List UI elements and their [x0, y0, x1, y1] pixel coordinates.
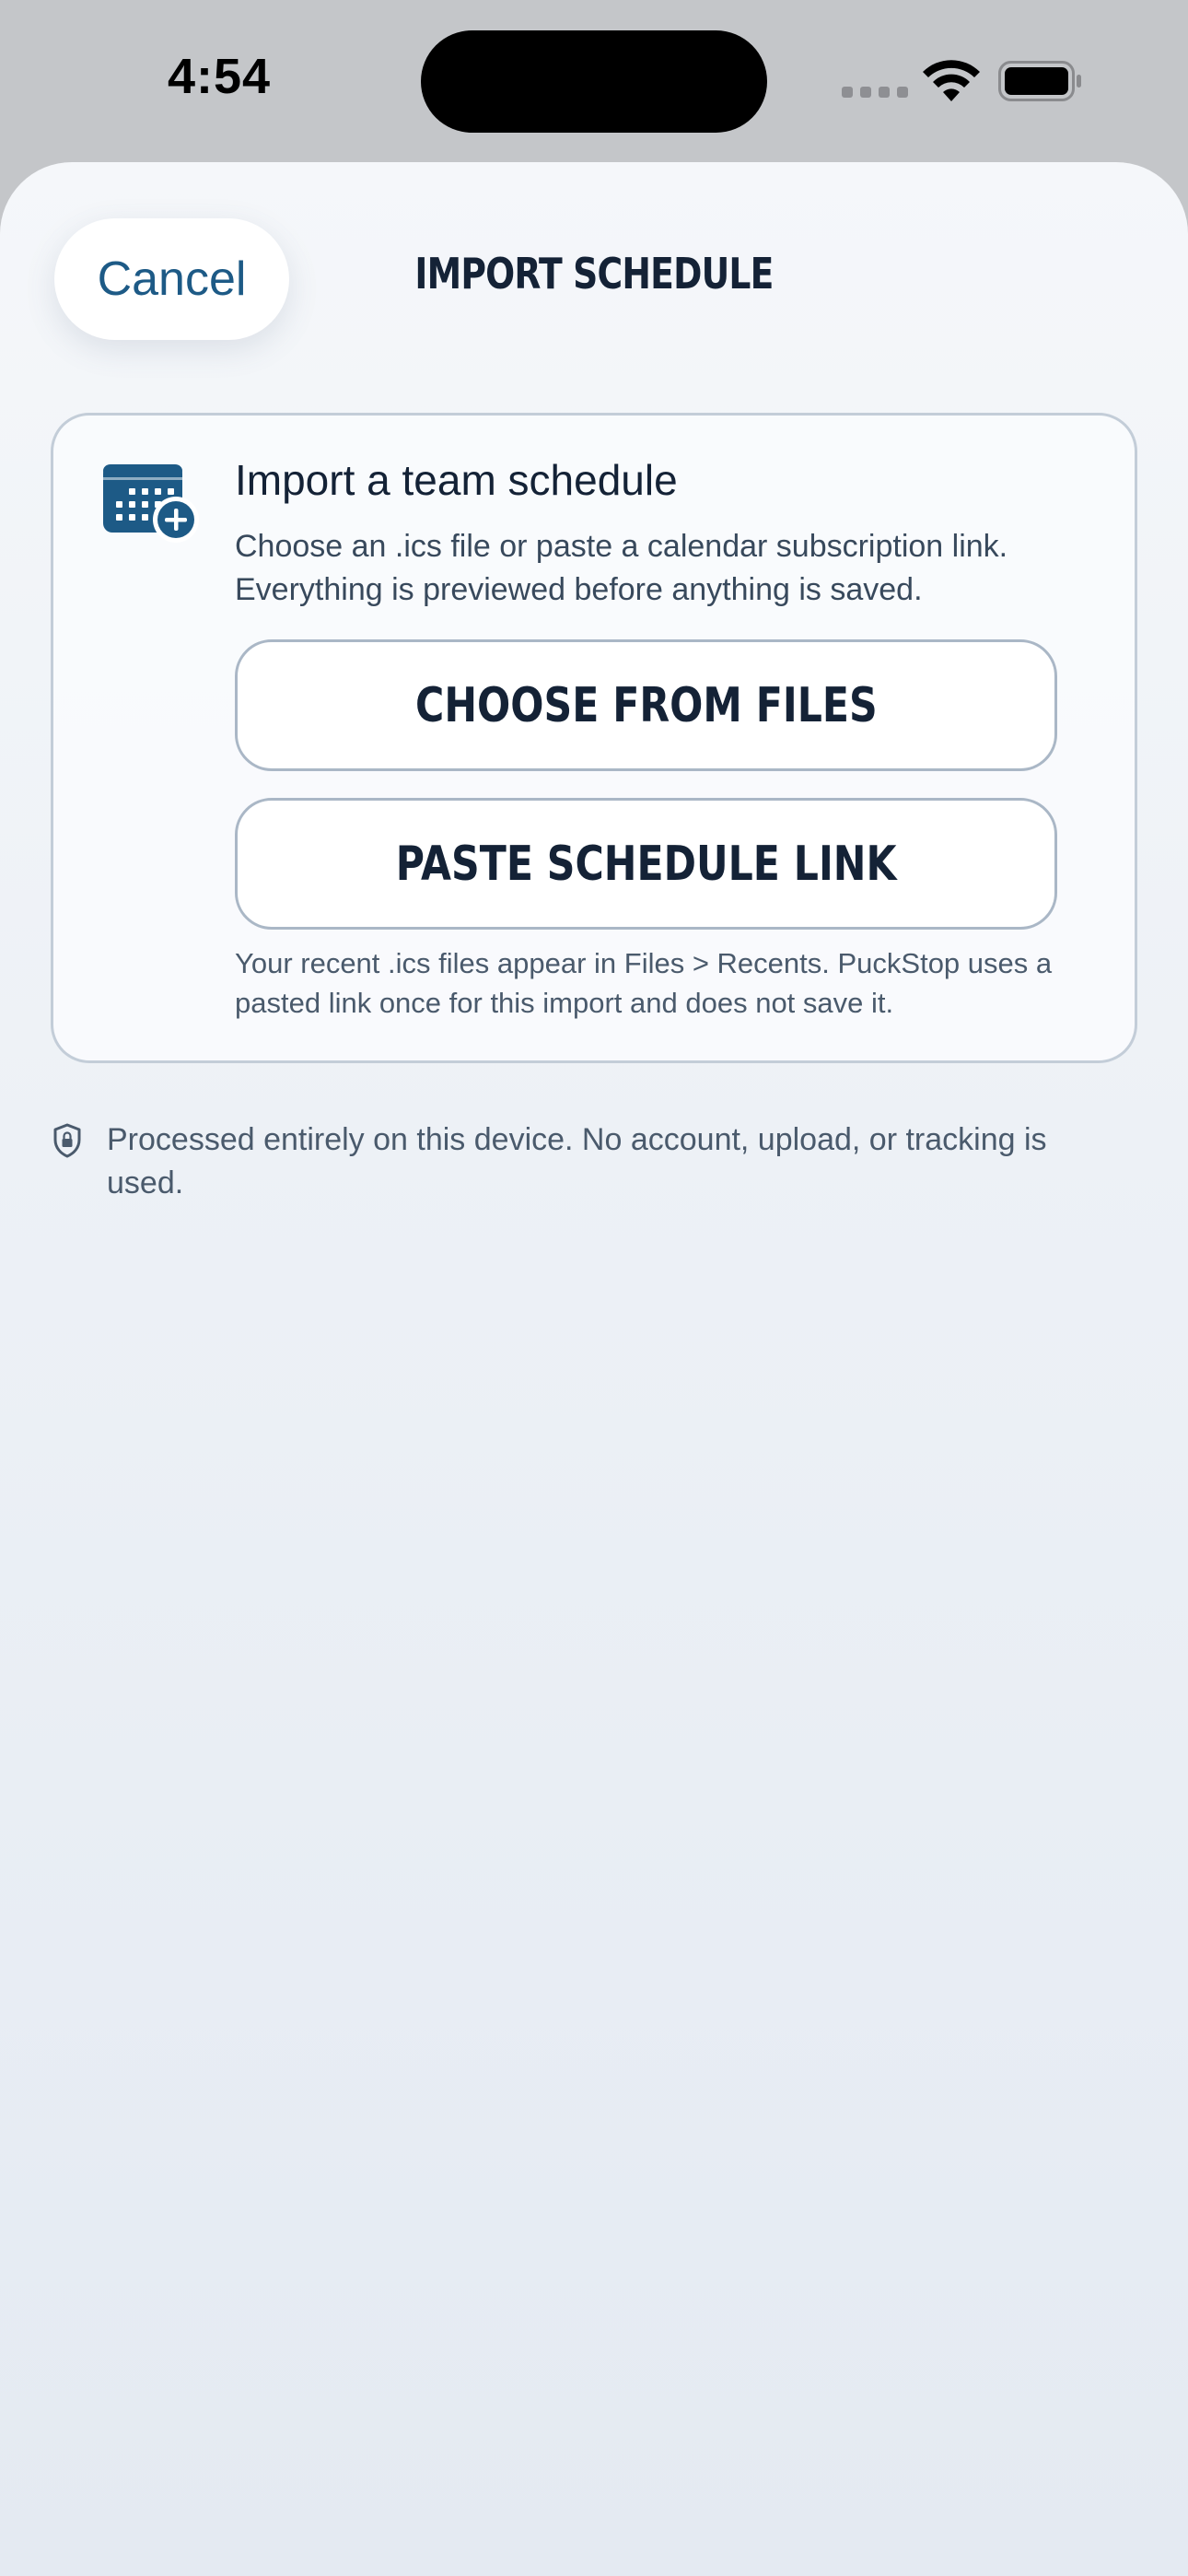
card-description: Choose an .ics file or paste a calendar … [235, 529, 1008, 607]
cancel-button[interactable]: Cancel [54, 218, 289, 340]
paste-schedule-link-button[interactable]: PASTE SCHEDULE LINK [235, 798, 1057, 930]
screen: 4:54 Cancel IMPORT SCHEDULE Import a tea… [0, 0, 1188, 2576]
shield-lock-icon [53, 1123, 81, 1158]
choose-from-files-label: CHOOSE FROM FILES [414, 677, 878, 733]
card-note: Your recent .ics files appear in Files >… [235, 947, 1053, 1019]
battery-icon [998, 61, 1081, 101]
privacy-note: Processed entirely on this device. No ac… [107, 1122, 1047, 1200]
dynamic-island [421, 30, 767, 133]
status-time: 4:54 [168, 49, 272, 104]
cellular-signal-icon [842, 87, 908, 98]
paste-schedule-link-label: PASTE SCHEDULE LINK [395, 836, 897, 892]
calendar-add-icon [103, 464, 199, 543]
choose-from-files-button[interactable]: CHOOSE FROM FILES [235, 639, 1057, 771]
page-title: IMPORT SCHEDULE [414, 249, 774, 299]
wifi-icon [923, 60, 980, 101]
card-title: Import a team schedule [235, 456, 678, 504]
